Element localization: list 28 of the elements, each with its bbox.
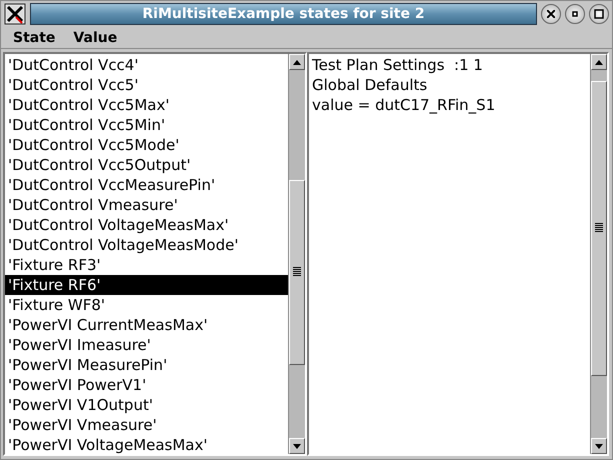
grip-icon <box>595 223 603 234</box>
scroll-down-button[interactable] <box>591 438 607 454</box>
value-text: Test Plan Settings :1 1 <box>311 55 484 75</box>
small-square-icon <box>572 11 578 17</box>
close-icon <box>547 10 555 18</box>
menu-item[interactable]: Value <box>73 30 118 46</box>
down-arrow-icon <box>595 444 603 448</box>
scrollbar[interactable] <box>288 54 305 454</box>
minimize-button[interactable] <box>565 4 585 24</box>
square-icon <box>594 9 604 19</box>
maximize-button[interactable] <box>589 4 609 24</box>
scroll-down-button[interactable] <box>289 438 305 454</box>
scroll-thumb[interactable] <box>289 180 305 365</box>
grip-icon <box>293 267 301 278</box>
list-item[interactable]: 'Fixture RF6' <box>5 275 288 295</box>
up-arrow-icon <box>595 60 603 64</box>
scroll-up-button[interactable] <box>591 54 607 70</box>
up-arrow-icon <box>293 60 301 64</box>
value-text: value = dutC17_RFin_S1 <box>311 95 496 115</box>
scroll-up-button[interactable] <box>289 54 305 70</box>
value-text: Global Defaults <box>311 75 428 95</box>
scrollbar[interactable] <box>590 54 607 454</box>
down-arrow-icon <box>293 444 301 448</box>
window-title: RiMultisiteExample states for site 2 <box>30 3 537 25</box>
scroll-thumb[interactable] <box>591 80 607 376</box>
close-button[interactable] <box>541 4 561 24</box>
menu-item[interactable]: State <box>13 30 56 46</box>
app-icon[interactable] <box>4 3 26 25</box>
